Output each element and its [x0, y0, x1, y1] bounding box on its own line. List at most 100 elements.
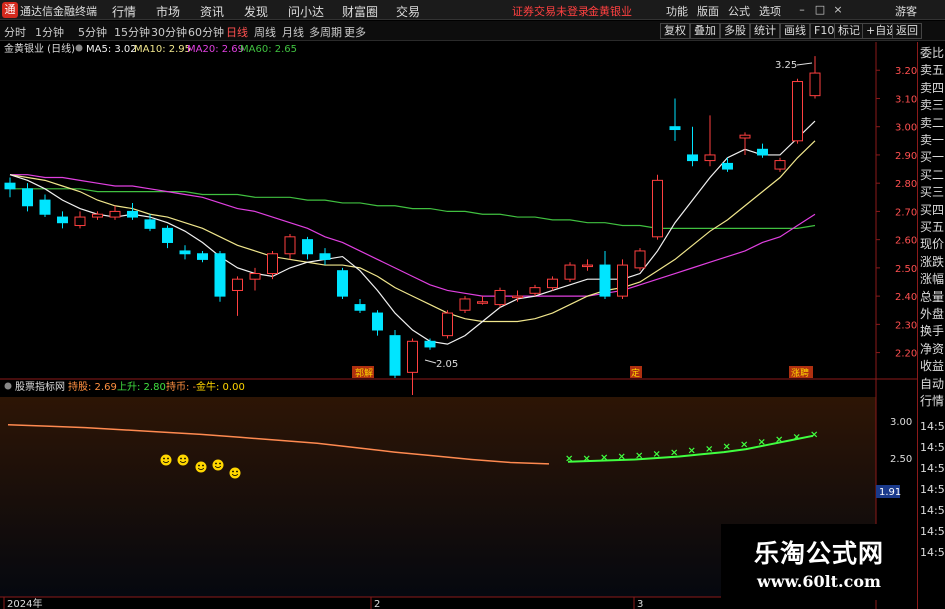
candle-body: [144, 219, 156, 229]
side-quote-item: 委比: [920, 46, 945, 60]
side-quote-item: 卖二: [920, 115, 945, 130]
cross-marker: ×: [565, 454, 573, 465]
candle-body: [354, 304, 366, 311]
indicator-title: 股票指标网: [15, 380, 65, 393]
indicator-tick-2-5: 2.50: [890, 454, 912, 465]
candle-body: [634, 250, 646, 269]
indicator-rise-value: 上升: 2.80: [117, 381, 166, 393]
candle: [389, 330, 401, 378]
cross-marker: ×: [600, 453, 608, 464]
price-tick-label: 2.80: [895, 179, 917, 190]
side-time-item: 14:50: [920, 462, 945, 475]
ma60-label: MA60: 2.65: [240, 44, 297, 55]
candle: [704, 115, 716, 167]
candle-body: [74, 216, 86, 227]
candle-body: [372, 312, 383, 331]
candle-body: [669, 126, 681, 131]
candle-body: [757, 148, 768, 156]
ma20-line: [10, 174, 816, 297]
event-marker-3[interactable]: 涨聘: [791, 367, 809, 379]
candle-body: [4, 182, 16, 190]
candle: [232, 276, 243, 316]
low-price-arrow: [424, 359, 437, 364]
side-time-item: 14:50: [920, 441, 945, 454]
side-quote-item: 涨幅: [920, 272, 945, 287]
cross-marker: ×: [723, 442, 731, 453]
smiley-icon: [160, 454, 172, 466]
cross-marker: ×: [793, 432, 801, 443]
candle-body: [232, 278, 243, 291]
cross-marker: ×: [810, 429, 818, 440]
ma-toggle-icon[interactable]: [75, 44, 83, 52]
candle: [722, 157, 733, 172]
side-time-item: 14:50: [920, 504, 945, 517]
indicator-toggle-icon[interactable]: [4, 382, 12, 390]
candle-body: [739, 134, 751, 139]
candle-body: [687, 154, 698, 162]
smiley-eye: [236, 470, 238, 473]
smiley-face: [229, 467, 241, 479]
side-quote-item[interactable]: 行情: [920, 392, 944, 409]
candle: [284, 234, 296, 260]
event-marker-2[interactable]: 定: [631, 367, 640, 379]
candle-body: [389, 335, 401, 376]
candle: [792, 78, 803, 144]
candle-body: [809, 72, 821, 97]
high-price-label: 3.25: [775, 60, 797, 71]
smiley-face: [160, 454, 172, 466]
cross-marker: ×: [705, 444, 713, 455]
candle: [442, 310, 453, 339]
candle-body: [494, 289, 506, 306]
price-tick-label: 2.50: [895, 264, 917, 275]
cross-marker: ×: [688, 446, 696, 457]
candle: [22, 183, 33, 212]
ma10-line: [9, 140, 816, 323]
stock-period-label: 金黄银业 (日线): [4, 42, 75, 55]
candle: [214, 250, 226, 302]
smiley-face: [195, 461, 207, 473]
candle-body: [599, 264, 611, 297]
candle-body: [774, 160, 786, 170]
candle-body: [407, 340, 418, 373]
ma5-label: MA5: 3.02: [86, 44, 137, 55]
side-quote-item: 买二: [920, 167, 945, 182]
cross-marker: ×: [618, 452, 626, 463]
cross-marker: ×: [653, 449, 661, 460]
candle-body: [22, 188, 33, 207]
candle: [109, 205, 121, 220]
side-quote-item: 买三: [920, 185, 945, 200]
kline-chart[interactable]: 金黄银业 (日线) MA5: 3.02 MA10: 2.95 MA20: 2.6…: [0, 0, 917, 609]
side-quote-item: 收益: [920, 359, 945, 374]
price-tick-label: 3.20: [895, 66, 917, 77]
candle: [599, 250, 611, 299]
side-quote-item: 买四: [920, 202, 945, 217]
candle: [197, 250, 208, 263]
candle-body: [92, 213, 103, 218]
side-time-item: 14:50: [920, 483, 945, 496]
candle-body: [722, 162, 733, 170]
candle-body: [564, 264, 576, 280]
candle-body: [109, 210, 121, 218]
cross-marker: ×: [775, 435, 783, 446]
candle-body: [477, 301, 488, 304]
candle-body: [529, 287, 541, 294]
event-marker-1[interactable]: 郭解: [355, 367, 373, 379]
candle: [302, 236, 313, 260]
candle-body: [162, 227, 173, 243]
watermark-title: 乐淘公式网: [753, 539, 884, 568]
candle-body: [179, 250, 191, 255]
candle: [669, 98, 681, 141]
side-quote-item: 现价: [920, 237, 945, 252]
candle: [74, 211, 86, 229]
candle: [564, 262, 576, 282]
candle: [494, 287, 506, 308]
candle-body: [57, 216, 68, 224]
price-tick-label: 3.00: [895, 123, 917, 134]
candle: [179, 245, 191, 260]
indicator-gold-value: 金牛: 0.00: [196, 380, 245, 393]
side-time-item: 14:50: [920, 546, 945, 559]
side-quote-item: 卖一: [920, 133, 945, 147]
smiley-eye: [202, 464, 204, 467]
date-label-feb: 2: [374, 599, 380, 609]
side-quote-item[interactable]: 自动: [920, 375, 944, 392]
